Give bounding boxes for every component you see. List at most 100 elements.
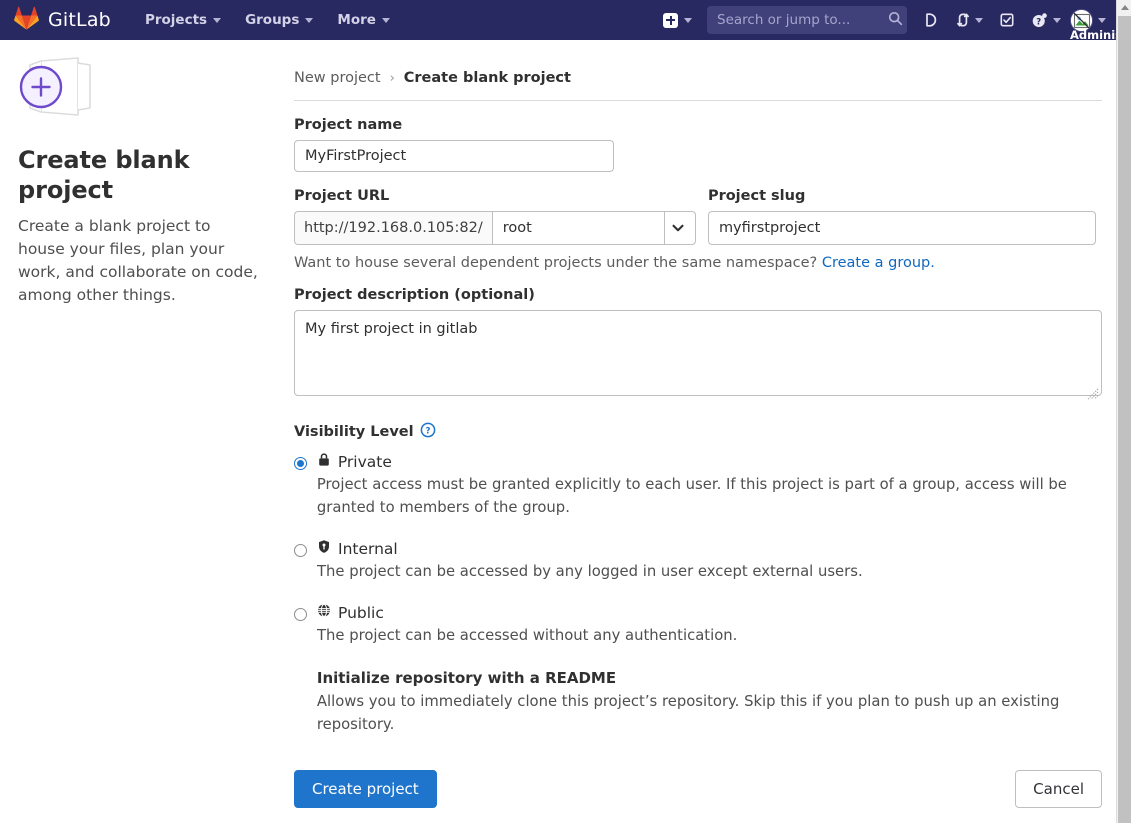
project-description-label: Project description (optional) [294,287,535,303]
search-box[interactable] [707,6,907,34]
search-icon [888,11,903,30]
scrollbar-up-button[interactable] [1117,0,1131,15]
issues-button[interactable] [916,5,946,35]
shield-icon [317,539,331,559]
user-menu[interactable]: Administrator [1070,8,1131,42]
help-icon: ? [1031,12,1049,29]
option-title-private: Private [337,453,392,471]
breadcrumb-divider [294,100,1102,101]
visibility-option-public[interactable]: Public The project can be accessed witho… [294,603,1102,647]
navbar-links: Projects Groups More [133,3,402,37]
aside-description: Create a blank project to house your fil… [18,217,258,304]
project-namespace-select[interactable]: root [491,211,696,245]
project-url-group: http://192.168.0.105:82/ root [294,211,696,245]
readme-body: Initialize repository with a README Allo… [317,669,1102,736]
url-slug-row: Project URL http://192.168.0.105:82/ roo… [294,172,1102,245]
nav-link-groups[interactable]: Groups [233,3,325,37]
option-body: Private Project access must be granted e… [317,452,1102,519]
svg-text:?: ? [1036,16,1041,26]
option-description-public: The project can be accessed without any … [317,627,738,644]
project-url-label: Project URL [294,188,390,204]
project-slug-input[interactable]: myfirstproject [707,211,1096,245]
namespace-helper-text: Want to house several dependent projects… [294,255,1102,271]
visibility-heading: Visibility Level ? [294,422,1102,442]
blank-project-plus-icon [18,55,108,131]
option-title-row: Private [317,452,1102,472]
select-divider [663,212,665,244]
page-content: Create blank project Create a blank proj… [0,40,1116,823]
project-slug-label: Project slug [707,188,806,204]
cancel-button[interactable]: Cancel [1015,770,1102,808]
todos-icon [999,12,1015,28]
plus-square-icon [663,12,678,28]
chevron-down-icon [305,17,314,23]
chevron-down-icon [1098,17,1106,23]
project-namespace-value: root [502,220,532,236]
chevron-down-icon [1053,17,1061,23]
chevron-down-icon [684,17,692,23]
help-button[interactable]: ? [1024,5,1068,36]
project-url-prefix: http://192.168.0.105:82/ [294,211,492,245]
checkbox-col [294,669,317,736]
readme-label: Initialize repository with a README [316,669,617,687]
option-title-row: Public [317,603,737,623]
aside-title: Create blank project [18,146,190,204]
page-scrollbar[interactable] [1116,0,1131,823]
project-name-input[interactable]: MyFirstProject [294,140,614,172]
readme-checkbox-row[interactable]: Initialize repository with a README Allo… [294,669,1102,736]
radio-col [294,603,317,647]
triangle-up-icon [1120,5,1129,10]
create-project-button[interactable]: Create project [294,770,437,808]
scrollbar-thumb[interactable] [1118,16,1131,823]
option-body: Internal The project can be accessed by … [317,539,863,583]
project-name-label: Project name [294,117,403,133]
merge-requests-button[interactable] [948,5,990,35]
radio-private[interactable] [294,457,307,470]
nav-link-more-label: More [337,12,376,28]
svg-text:?: ? [425,426,430,436]
blank-project-aside: Create blank project Create a blank proj… [18,55,268,307]
top-navbar: GitLab Projects Groups More Search or ju… [0,0,1131,42]
question-circle-icon[interactable]: ? [420,422,436,442]
option-description-internal: The project can be accessed by any logge… [317,563,863,580]
project-description-textarea[interactable] [294,310,1102,396]
radio-col [294,539,317,583]
gitlab-tanuki-logo-icon [14,6,39,34]
option-body: Public The project can be accessed witho… [317,603,737,647]
breadcrumb-current: Create blank project [403,70,571,86]
gitlab-brand-text: GitLab [48,9,111,31]
nav-link-more[interactable]: More [325,3,402,37]
radio-public[interactable] [294,608,307,621]
globe-icon [317,603,331,623]
option-title-public: Public [338,604,384,622]
visibility-option-private[interactable]: Private Project access must be granted e… [294,452,1102,519]
project-description-wrap [294,310,1102,400]
breadcrumb-new-project[interactable]: New project [294,70,381,86]
radio-internal[interactable] [294,544,307,557]
radio-col [294,452,317,519]
visibility-label: Visibility Level [294,424,414,440]
project-slug-column: Project slug myfirstproject [707,172,1102,245]
readme-description: Allows you to immediately clone this pro… [316,693,1060,733]
chevron-down-icon [975,17,983,23]
todos-button[interactable] [992,5,1022,35]
search-input[interactable] [717,12,888,28]
create-a-group-link[interactable]: Create a group. [822,255,935,271]
chevron-down-icon [213,17,222,23]
form-actions: Create project Cancel [294,770,1102,808]
option-title-internal: Internal [338,540,398,558]
option-description-private: Project access must be granted explicitl… [316,476,1067,516]
namespace-helper-label: Want to house several dependent projects… [294,255,818,271]
gitlab-brand[interactable]: GitLab [0,6,133,34]
breadcrumb: New project › Create blank project [294,70,1102,100]
nav-link-projects[interactable]: Projects [133,3,233,37]
lock-icon [317,452,331,472]
merge-requests-icon [955,12,971,28]
issues-icon [923,12,939,28]
gitlab-new-project-page: GitLab Projects Groups More Search or ju… [0,0,1131,823]
visibility-option-internal[interactable]: Internal The project can be accessed by … [294,539,1102,583]
new-item-button[interactable] [655,7,698,34]
create-project-form: New project › Create blank project Proje… [294,70,1102,808]
